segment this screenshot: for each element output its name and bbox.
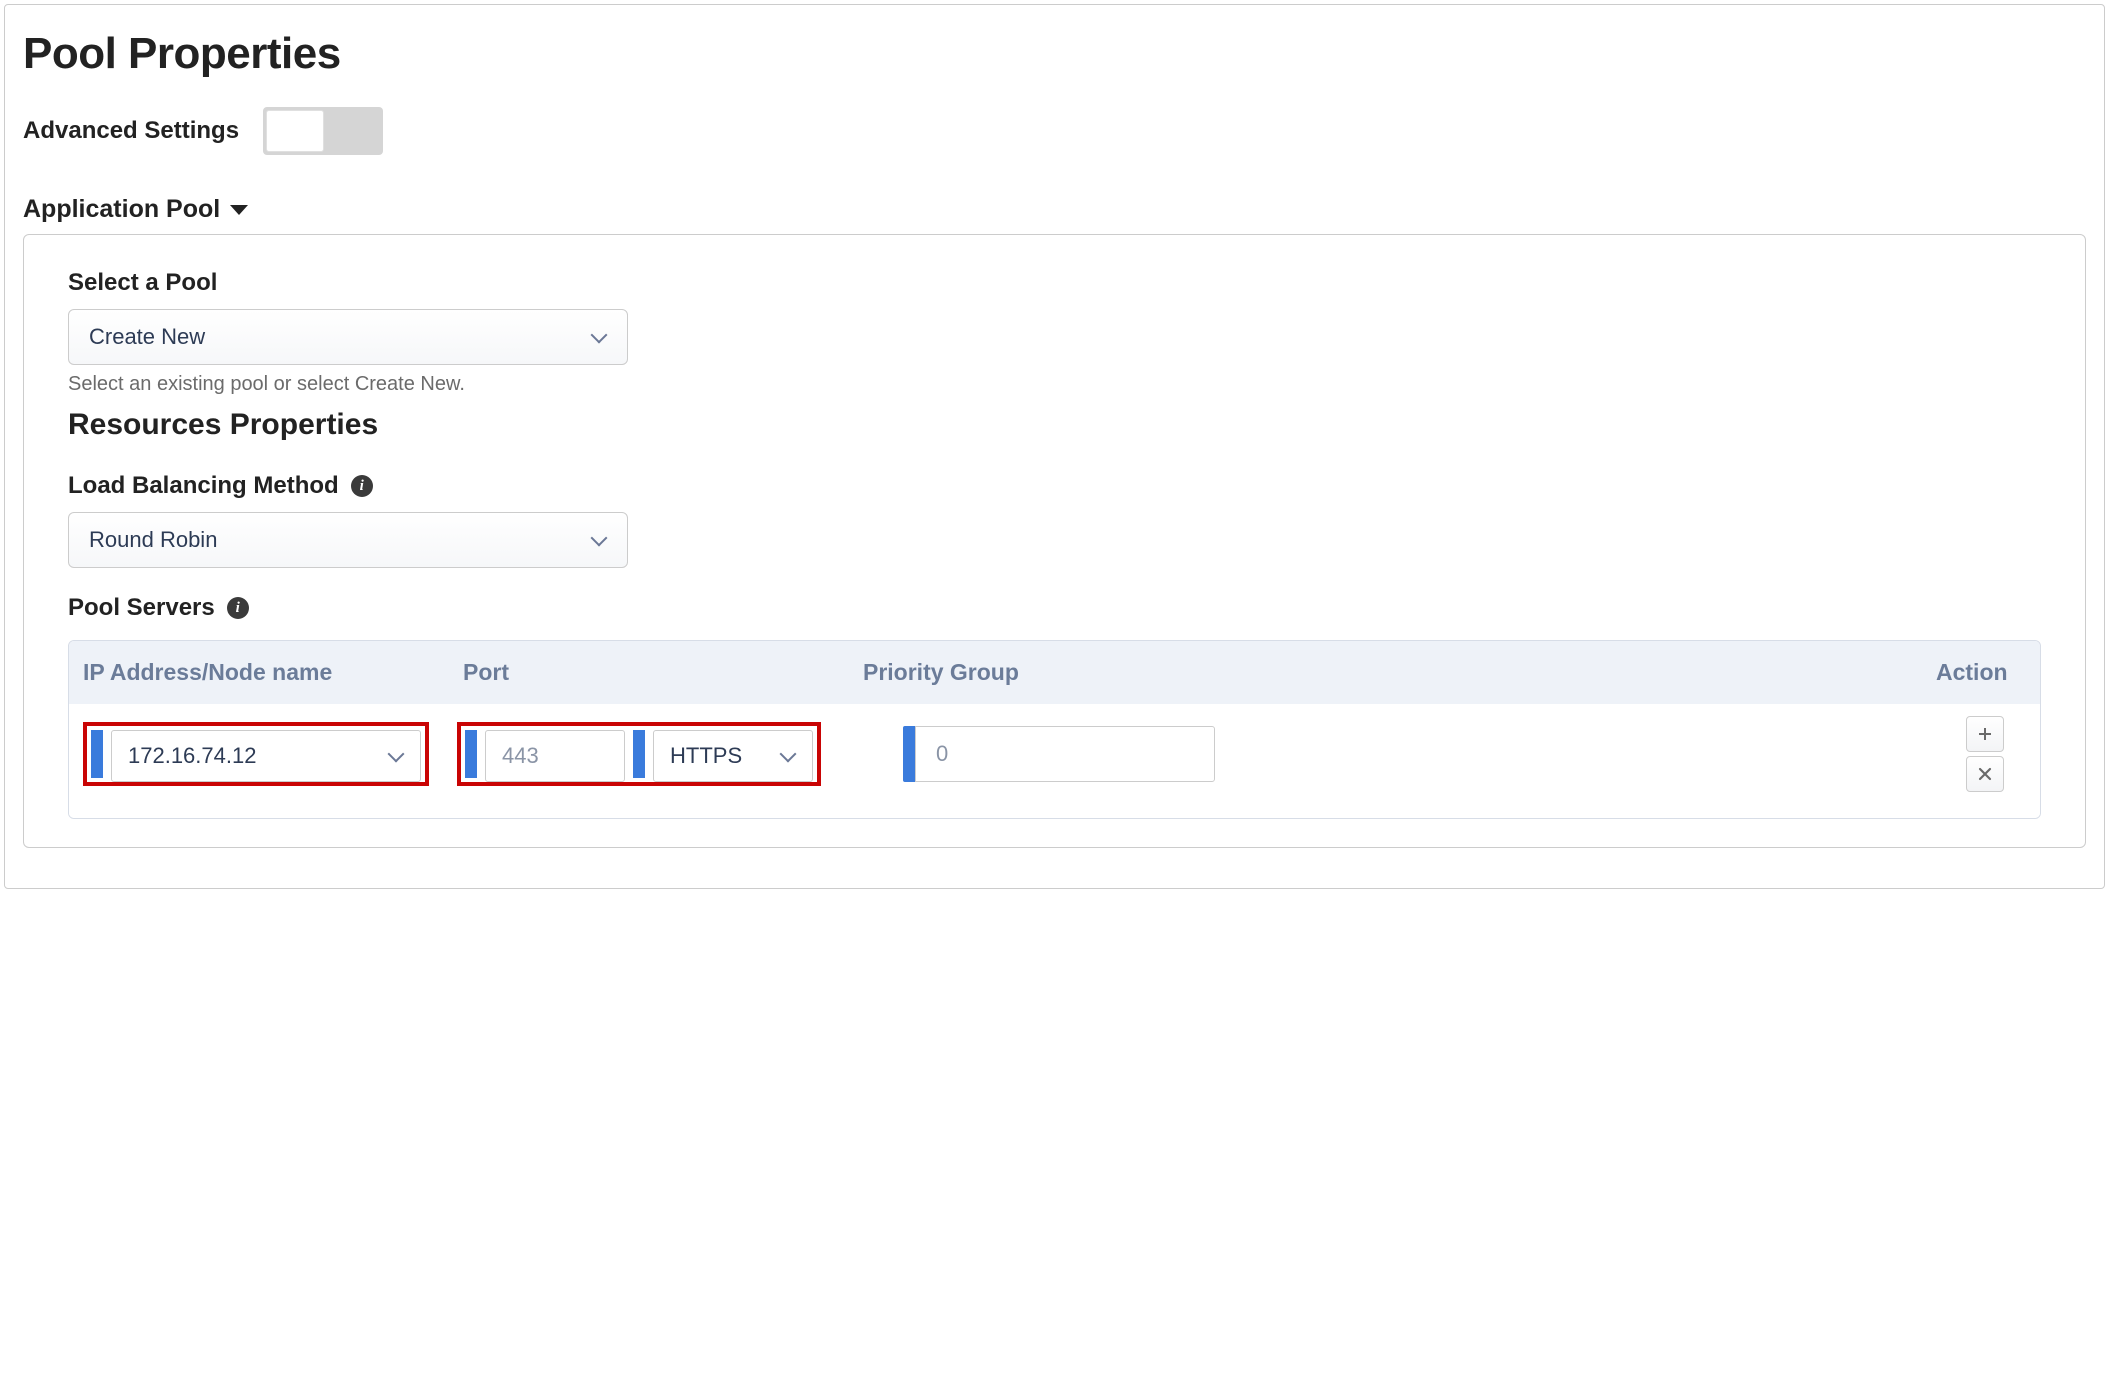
port-input[interactable]: 443 bbox=[485, 730, 625, 782]
load-balancing-value: Round Robin bbox=[89, 527, 217, 553]
load-balancing-label: Load Balancing Method i bbox=[68, 472, 2041, 500]
remove-row-button[interactable] bbox=[1966, 756, 2004, 792]
ip-address-value: 172.16.74.12 bbox=[128, 743, 256, 769]
col-header-port: Port bbox=[463, 659, 863, 686]
load-balancing-dropdown[interactable]: Round Robin bbox=[68, 512, 628, 568]
blue-bar bbox=[903, 726, 915, 782]
port-value: 443 bbox=[502, 743, 539, 769]
add-row-button[interactable] bbox=[1966, 716, 2004, 752]
col-header-action: Action bbox=[1936, 659, 2026, 686]
close-icon bbox=[1977, 766, 1993, 782]
priority-value: 0 bbox=[936, 741, 948, 767]
chevron-down-icon bbox=[591, 329, 607, 345]
blue-bar bbox=[91, 730, 103, 778]
info-icon[interactable]: i bbox=[351, 475, 373, 497]
info-icon[interactable]: i bbox=[227, 597, 249, 619]
pool-servers-table: IP Address/Node name Port Priority Group… bbox=[68, 640, 2041, 819]
plus-icon bbox=[1977, 726, 1993, 742]
chevron-down-icon bbox=[780, 748, 796, 764]
cell-port: 443 HTTPS bbox=[463, 722, 863, 786]
priority-wrap: 0 bbox=[903, 726, 1215, 782]
highlight-box-ip: 172.16.74.12 bbox=[83, 722, 429, 786]
chevron-down-icon bbox=[591, 532, 607, 548]
resources-properties-title: Resources Properties bbox=[68, 408, 2041, 442]
toggle-knob bbox=[266, 110, 324, 152]
caret-down-icon bbox=[230, 205, 248, 215]
blue-bar bbox=[465, 730, 477, 778]
page-title: Pool Properties bbox=[23, 29, 2086, 79]
chevron-down-icon bbox=[388, 748, 404, 764]
section-application-pool-header[interactable]: Application Pool bbox=[23, 195, 2086, 224]
col-header-priority: Priority Group bbox=[863, 659, 1936, 686]
table-row: 172.16.74.12 443 HTTPS bbox=[69, 704, 2040, 818]
cell-ip: 172.16.74.12 bbox=[83, 722, 463, 786]
cell-priority: 0 bbox=[863, 726, 1936, 782]
priority-input[interactable]: 0 bbox=[915, 726, 1215, 782]
section-header-label: Application Pool bbox=[23, 195, 220, 224]
select-pool-value: Create New bbox=[89, 324, 205, 350]
select-pool-label: Select a Pool bbox=[68, 269, 2041, 297]
select-pool-dropdown[interactable]: Create New bbox=[68, 309, 628, 365]
col-header-ip: IP Address/Node name bbox=[83, 659, 463, 686]
protocol-value: HTTPS bbox=[670, 743, 742, 769]
select-pool-label-text: Select a Pool bbox=[68, 269, 217, 297]
blue-bar bbox=[633, 730, 645, 778]
advanced-settings-row: Advanced Settings bbox=[23, 107, 2086, 155]
pool-servers-label-text: Pool Servers bbox=[68, 594, 215, 622]
action-buttons bbox=[1966, 716, 2004, 792]
protocol-dropdown[interactable]: HTTPS bbox=[653, 730, 813, 782]
table-header-row: IP Address/Node name Port Priority Group… bbox=[69, 641, 2040, 704]
load-balancing-label-text: Load Balancing Method bbox=[68, 472, 339, 500]
ip-address-dropdown[interactable]: 172.16.74.12 bbox=[111, 730, 421, 782]
section-body: Select a Pool Create New Select an exist… bbox=[23, 234, 2086, 848]
pool-servers-label: Pool Servers i bbox=[68, 594, 2041, 622]
advanced-settings-label: Advanced Settings bbox=[23, 117, 239, 145]
advanced-settings-toggle[interactable] bbox=[263, 107, 383, 155]
select-pool-help: Select an existing pool or select Create… bbox=[68, 373, 2041, 396]
panel-pool-properties: Pool Properties Advanced Settings Applic… bbox=[4, 4, 2105, 889]
cell-action bbox=[1936, 716, 2026, 792]
highlight-box-port: 443 HTTPS bbox=[457, 722, 821, 786]
